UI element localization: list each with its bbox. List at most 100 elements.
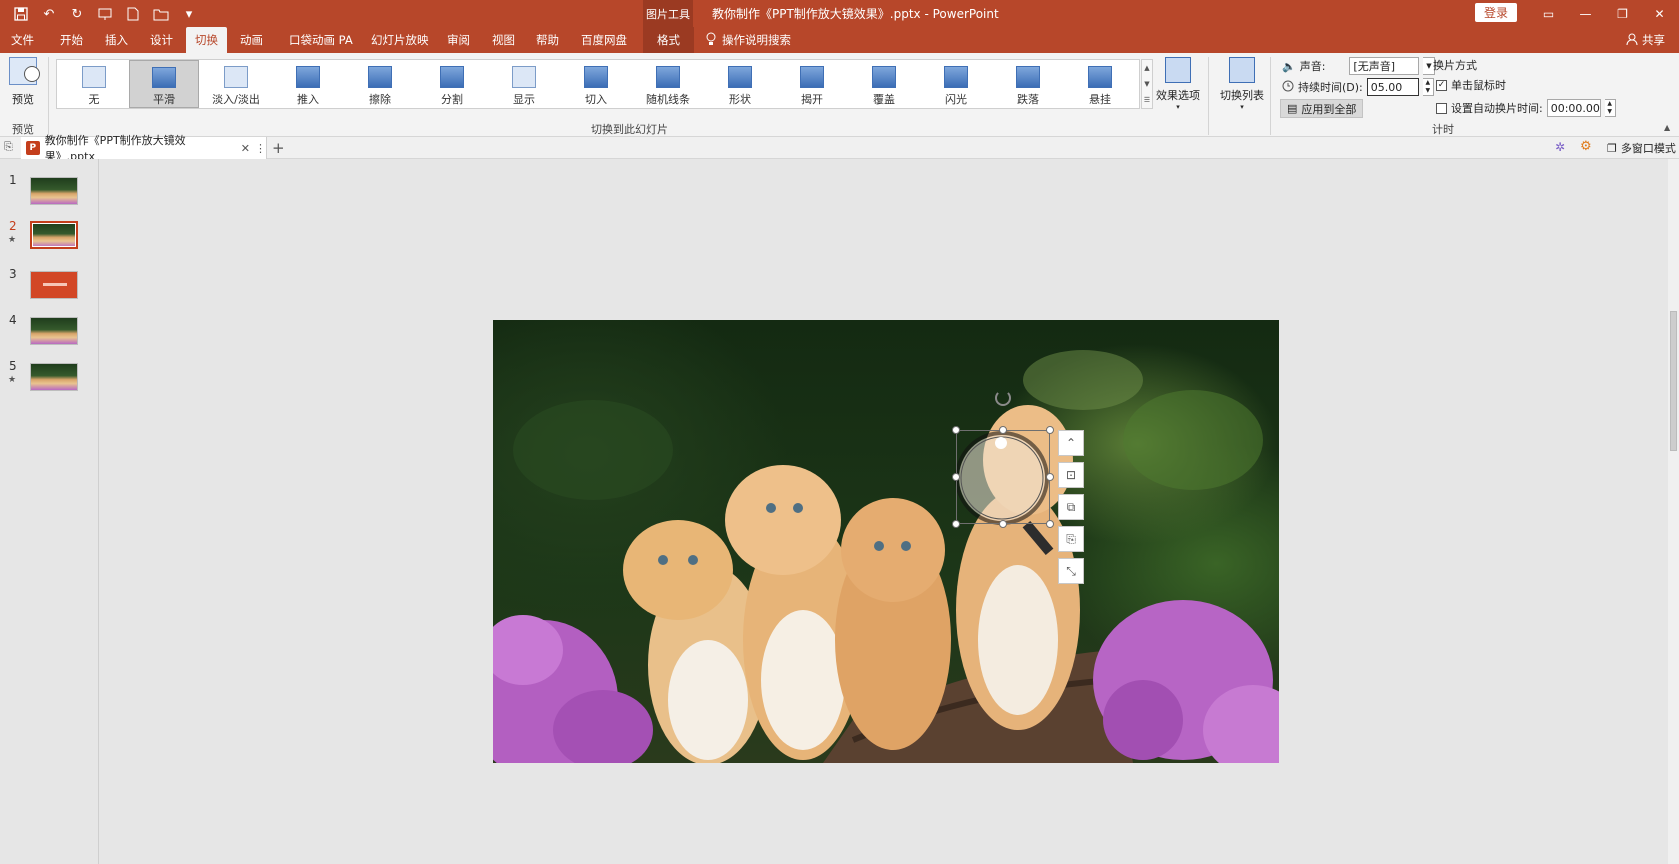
transition-morph[interactable]: 平滑	[129, 60, 199, 108]
resize-icon[interactable]: ⤡	[1058, 558, 1084, 584]
resize-handle[interactable]	[952, 520, 960, 528]
tab-list-icon[interactable]: ⎘	[4, 140, 13, 154]
transition-split-icon	[440, 66, 464, 88]
tab-pocket-animation[interactable]: 口袋动画 PA	[289, 27, 353, 53]
slide-thumbnail-2[interactable]	[30, 221, 78, 249]
start-slideshow-icon[interactable]	[94, 4, 116, 24]
replace-picture-icon[interactable]: ⎘	[1058, 526, 1084, 552]
ribbon-display-options-icon[interactable]: ▭	[1530, 0, 1567, 27]
multi-window-button[interactable]: ❐ 多窗口模式	[1607, 137, 1676, 159]
undo-icon[interactable]: ↶	[38, 4, 60, 24]
transition-push[interactable]: 推入	[273, 60, 343, 108]
duration-row: 持续时间(D): 05.00 ▲ ▼	[1282, 78, 1434, 96]
resize-handle[interactable]	[1046, 426, 1054, 434]
minimize-icon[interactable]: —	[1567, 0, 1604, 27]
transition-random-bars-icon	[656, 66, 680, 88]
tab-review[interactable]: 审阅	[447, 27, 470, 53]
transition-cover[interactable]: 覆盖	[849, 60, 919, 108]
gallery-up-icon[interactable]: ▲	[1144, 64, 1149, 72]
collapse-ribbon-icon[interactable]: ▲	[1664, 123, 1670, 132]
transition-wipe[interactable]: 擦除	[345, 60, 415, 108]
customize-qat-icon[interactable]: ▾	[178, 4, 200, 24]
slide-thumbnail-4[interactable]	[30, 317, 78, 345]
transition-fade[interactable]: 淡入/淡出	[201, 60, 271, 108]
transition-random-bars[interactable]: 随机线条	[633, 60, 703, 108]
on-click-checkbox[interactable]: ✓	[1436, 79, 1447, 91]
resize-handle[interactable]	[1046, 473, 1054, 481]
arrange-icon[interactable]: ⧉	[1058, 494, 1084, 520]
tab-help[interactable]: 帮助	[536, 27, 559, 53]
after-time-input[interactable]: 00:00.00	[1546, 99, 1601, 117]
transition-split[interactable]: 分割	[417, 60, 487, 108]
new-file-icon[interactable]	[122, 4, 144, 24]
tab-animations[interactable]: 动画	[240, 27, 263, 53]
rotate-handle-icon[interactable]	[995, 390, 1011, 406]
picture-tools-context: 图片工具	[643, 0, 693, 27]
scrollbar-thumb[interactable]	[1670, 311, 1677, 451]
resize-handle[interactable]	[1046, 520, 1054, 528]
transition-cut[interactable]: 切入	[561, 60, 631, 108]
vertical-scrollbar[interactable]	[1668, 159, 1679, 864]
tab-home[interactable]: 开始	[60, 27, 83, 53]
transition-reveal[interactable]: 显示	[489, 60, 559, 108]
gallery-scroll[interactable]: ▲ ▼ ☰	[1141, 59, 1153, 109]
tab-insert[interactable]: 插入	[105, 27, 128, 53]
settings-gear-icon[interactable]: ⚙	[1580, 139, 1592, 154]
tell-me-search[interactable]: 操作说明搜索	[706, 27, 791, 53]
redo-icon[interactable]: ↻	[66, 4, 88, 24]
new-tab-icon[interactable]: +	[272, 139, 285, 157]
preview-button[interactable]: 预览	[6, 57, 40, 109]
tab-transitions[interactable]: 切换	[186, 27, 227, 53]
slide-kittens-photo[interactable]	[493, 320, 1279, 763]
after-time-checkbox[interactable]	[1436, 102, 1447, 114]
transition-shape[interactable]: 形状	[705, 60, 775, 108]
group-label-timing: 计时	[1432, 123, 1454, 136]
resize-handle[interactable]	[952, 426, 960, 434]
switch-list-button[interactable]: 切换列表 ▾	[1220, 57, 1264, 111]
sound-select[interactable]: [无声音]	[1349, 57, 1420, 75]
resize-handle[interactable]	[952, 473, 960, 481]
more-icon[interactable]: ⋮	[255, 142, 266, 155]
transition-flash[interactable]: 闪光	[921, 60, 991, 108]
close-icon[interactable]: ✕	[1641, 0, 1678, 27]
chevron-down-icon: ▾	[1176, 103, 1180, 111]
slide-thumbnail-3[interactable]	[30, 271, 78, 299]
tab-format[interactable]: 格式	[643, 27, 694, 53]
slide-thumbnail-1[interactable]	[30, 177, 78, 205]
effect-options-button[interactable]: 效果选项 ▾	[1156, 57, 1200, 111]
document-tab[interactable]: P 教你制作《PPT制作放大镜效果》.pptx ✕ ⋮	[21, 134, 267, 163]
crop-icon[interactable]: ⊡	[1058, 462, 1084, 488]
transition-drape[interactable]: 悬挂	[1065, 60, 1135, 108]
adjust-handle[interactable]	[995, 437, 1007, 449]
transition-gallery: 无 平滑 淡入/淡出 推入 擦除 分割 显示 切入 随机线条 形状 揭开 覆盖 …	[56, 59, 1140, 109]
share-button[interactable]: 共享	[1626, 27, 1665, 53]
collapse-up-icon[interactable]: ⌃	[1058, 430, 1084, 456]
tab-file[interactable]: 文件	[11, 27, 34, 53]
login-button[interactable]: 登录	[1475, 3, 1517, 22]
tab-baidu-netdisk[interactable]: 百度网盘	[581, 27, 627, 53]
duration-spinner[interactable]: ▲ ▼	[1422, 78, 1434, 96]
transition-uncover[interactable]: 揭开	[777, 60, 847, 108]
slide-thumbnail-5[interactable]	[30, 363, 78, 391]
document-tab-bar: ⎘ P 教你制作《PPT制作放大镜效果》.pptx ✕ ⋮ + ✲ ⚙ ❐ 多窗…	[0, 134, 1679, 163]
tab-view[interactable]: 视图	[492, 27, 515, 53]
transition-uncover-icon	[800, 66, 824, 88]
gallery-down-icon[interactable]: ▼	[1144, 80, 1149, 88]
resize-handle[interactable]	[999, 426, 1007, 434]
resize-handle[interactable]	[999, 520, 1007, 528]
gallery-more-icon[interactable]: ☰	[1144, 96, 1150, 104]
transition-cut-icon	[584, 66, 608, 88]
tab-slideshow[interactable]: 幻灯片放映	[371, 27, 429, 53]
magic-icon[interactable]: ✲	[1555, 140, 1565, 154]
apply-to-all-button[interactable]: ▤ 应用到全部	[1280, 99, 1364, 118]
duration-input[interactable]: 05.00	[1366, 78, 1419, 96]
restore-icon[interactable]: ❐	[1604, 0, 1641, 27]
transition-fall-over[interactable]: 跌落	[993, 60, 1063, 108]
close-tab-icon[interactable]: ✕	[241, 142, 250, 155]
transition-none[interactable]: 无	[59, 60, 129, 108]
ribbon-tabs: 文件 开始 插入 设计 切换 动画 口袋动画 PA 幻灯片放映 审阅 视图 帮助…	[0, 27, 1679, 53]
open-folder-icon[interactable]	[150, 4, 172, 24]
tab-design[interactable]: 设计	[150, 27, 173, 53]
save-icon[interactable]	[10, 4, 32, 24]
after-time-spinner[interactable]: ▲ ▼	[1604, 99, 1616, 117]
